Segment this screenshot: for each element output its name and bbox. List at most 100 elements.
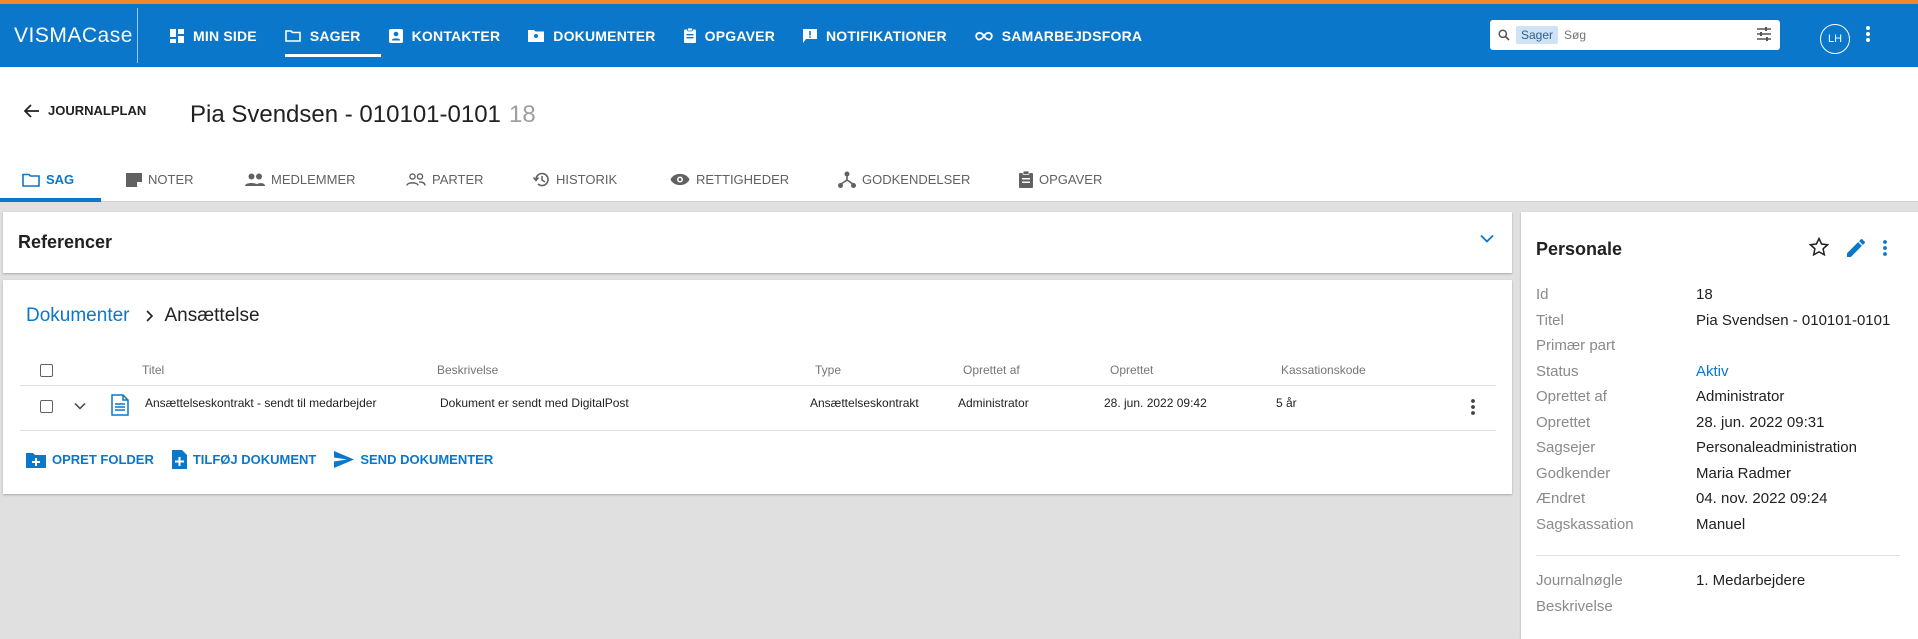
case-id: 18 xyxy=(509,101,536,128)
folder-icon xyxy=(285,30,301,42)
document-created-by: Administrator xyxy=(958,396,1029,410)
document-description: Dokument er sendt med DigitalPost xyxy=(440,396,629,410)
global-search[interactable]: Sager xyxy=(1490,20,1780,50)
clipboard-icon xyxy=(683,28,696,43)
column-header-title[interactable]: Titel xyxy=(142,363,164,377)
details-divider xyxy=(1536,555,1900,556)
arrow-left-icon xyxy=(24,103,39,118)
notification-icon xyxy=(803,28,817,43)
search-input[interactable] xyxy=(1564,28,1745,42)
document-type: Ansættelseskontrakt xyxy=(810,396,919,410)
nav-dokumenter[interactable]: DOKUMENTER xyxy=(514,4,669,67)
nav-notifikationer[interactable]: NOTIFIKATIONER xyxy=(789,4,961,67)
chevron-down-icon[interactable] xyxy=(1480,234,1494,243)
tab-opgaver[interactable]: OPGAVER xyxy=(1019,157,1102,202)
field-case-owner: Sagsejer Personaleadministration xyxy=(1536,439,1857,456)
document-title[interactable]: Ansættelseskontrakt - sendt til medarbej… xyxy=(145,396,376,410)
send-icon xyxy=(334,451,355,468)
field-id: Id 18 xyxy=(1536,286,1713,303)
breadcrumb-documents-link[interactable]: Dokumenter xyxy=(26,305,130,327)
top-app-bar: VISMACase MIN SIDE SAGER KONTAKTER DOKUM… xyxy=(0,4,1918,67)
field-journal-key: Journalnøgle 1. Medarbejdere xyxy=(1536,572,1806,589)
approval-flow-icon xyxy=(838,171,856,188)
people-outline-icon xyxy=(406,173,426,186)
star-outline-icon[interactable] xyxy=(1809,237,1829,256)
column-header-created[interactable]: Oprettet xyxy=(1110,363,1153,377)
clipboard-icon xyxy=(1019,171,1033,188)
field-approver: Godkender Maria Radmer xyxy=(1536,464,1792,482)
field-modified: Ændret 04. nov. 2022 09:24 xyxy=(1536,490,1828,507)
user-avatar[interactable]: LH xyxy=(1820,24,1850,54)
tab-historik[interactable]: HISTORIK xyxy=(533,157,617,202)
more-vertical-icon[interactable] xyxy=(1883,240,1887,256)
field-status: Status Aktiv xyxy=(1536,362,1729,380)
search-scope-chip[interactable]: Sager xyxy=(1516,26,1559,44)
people-icon xyxy=(245,173,265,186)
references-panel[interactable]: Referencer xyxy=(3,212,1512,273)
column-header-retention-code[interactable]: Kassationskode xyxy=(1281,363,1366,377)
search-icon xyxy=(1498,29,1510,41)
documents-panel: Dokumenter Ansættelse Titel Beskrivelse … xyxy=(3,280,1512,494)
edit-pencil-icon[interactable] xyxy=(1847,239,1865,257)
nav-samarbejdsfora[interactable]: SAMARBEJDSFORA xyxy=(961,4,1156,67)
note-icon xyxy=(126,172,142,187)
chevron-right-icon xyxy=(145,310,153,322)
column-header-created-by[interactable]: Oprettet af xyxy=(963,363,1020,377)
nav-min-side[interactable]: MIN SIDE xyxy=(156,4,271,67)
tab-sag[interactable]: SAG xyxy=(22,157,74,202)
document-folder-icon xyxy=(528,30,545,42)
eye-icon xyxy=(670,173,690,186)
visma-case-logo[interactable]: VISMACase xyxy=(14,24,133,48)
nav-kontakter[interactable]: KONTAKTER xyxy=(375,4,515,67)
infinity-icon xyxy=(975,31,993,40)
send-documents-button[interactable]: SEND DOKUMENTER xyxy=(334,451,493,468)
back-to-journalplan-button[interactable]: JOURNALPLAN xyxy=(24,103,146,118)
folder-outline-icon xyxy=(22,173,40,187)
references-title: Referencer xyxy=(18,232,113,252)
tab-parter[interactable]: PARTER xyxy=(406,157,484,202)
main-nav: MIN SIDE SAGER KONTAKTER DOKUMENTER OPGA… xyxy=(156,4,1156,67)
column-header-type[interactable]: Type xyxy=(815,363,841,377)
chevron-down-icon[interactable] xyxy=(74,402,86,410)
history-icon xyxy=(533,172,549,187)
dashboard-icon xyxy=(170,28,184,43)
table-row-divider xyxy=(20,385,1496,386)
create-folder-icon xyxy=(26,452,46,468)
field-created: Oprettet 28. jun. 2022 09:31 xyxy=(1536,413,1825,431)
page-title: Pia Svendsen - 010101-0101 xyxy=(190,101,501,128)
nav-sager[interactable]: SAGER xyxy=(271,4,381,67)
document-icon xyxy=(111,394,129,416)
status-link[interactable]: Aktiv xyxy=(1696,363,1729,380)
table-row-divider xyxy=(20,430,1496,431)
field-created-by: Oprettet af Administrator xyxy=(1536,388,1785,405)
breadcrumb-current-folder: Ansættelse xyxy=(164,305,260,326)
active-tab-indicator xyxy=(0,198,101,202)
field-case-retention: Sagskassation Manuel xyxy=(1536,515,1746,533)
field-description: Beskrivelse xyxy=(1536,597,1613,615)
document-actions: OPRET FOLDER TILFØJ DOKUMENT SEND DOKUME… xyxy=(26,450,511,469)
add-document-button[interactable]: TILFØJ DOKUMENT xyxy=(171,450,316,469)
column-header-description[interactable]: Beskrivelse xyxy=(437,363,498,377)
contact-card-icon xyxy=(388,28,403,43)
filter-sliders-icon[interactable] xyxy=(1756,26,1772,42)
create-folder-button[interactable]: OPRET FOLDER xyxy=(26,452,154,468)
tab-medlemmer[interactable]: MEDLEMMER xyxy=(245,157,356,202)
nav-opgaver[interactable]: OPGAVER xyxy=(670,4,789,67)
panel-title: Personale xyxy=(1536,239,1623,259)
case-header: JOURNALPLAN Pia Svendsen - 010101-0101 1… xyxy=(0,67,1918,202)
document-created: 28. jun. 2022 09:42 xyxy=(1104,396,1207,410)
logo-divider xyxy=(137,8,138,63)
field-primary-party: Primær part xyxy=(1536,337,1616,354)
more-vertical-icon[interactable] xyxy=(1866,26,1870,42)
tab-rettigheder[interactable]: RETTIGHEDER xyxy=(670,157,789,202)
row-checkbox[interactable] xyxy=(40,400,53,413)
document-retention: 5 år xyxy=(1276,396,1297,410)
tab-godkendelser[interactable]: GODKENDELSER xyxy=(838,157,970,202)
more-vertical-icon[interactable] xyxy=(1471,399,1475,415)
case-details-panel: Personale Id 18 Titel Pia Svendsen - 010… xyxy=(1521,212,1918,639)
add-document-icon xyxy=(171,450,187,469)
select-all-checkbox[interactable] xyxy=(40,364,53,377)
breadcrumb: Dokumenter Ansættelse xyxy=(26,305,260,327)
field-titel: Titel Pia Svendsen - 010101-0101 xyxy=(1536,311,1891,329)
tab-noter[interactable]: NOTER xyxy=(126,157,194,202)
